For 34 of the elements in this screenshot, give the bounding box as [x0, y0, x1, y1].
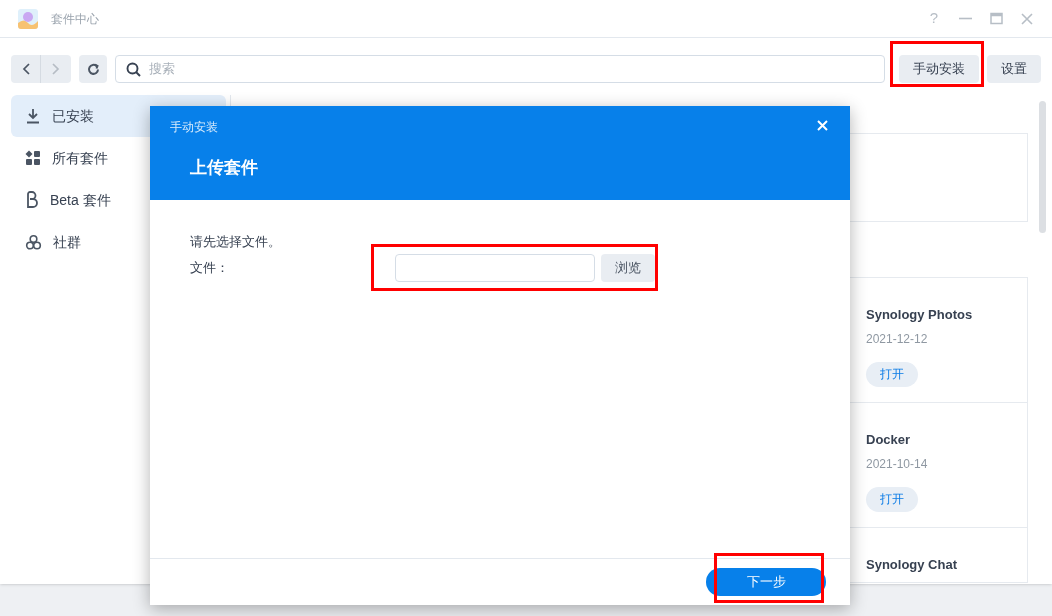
maximize-icon[interactable]	[990, 12, 1003, 25]
package-name: Docker	[866, 431, 911, 449]
sidebar-item[interactable]: Beta 套件	[11, 179, 226, 221]
dialog-title: 手动安装	[170, 119, 218, 136]
grid-icon	[25, 150, 41, 166]
back-button[interactable]	[11, 55, 41, 83]
next-button[interactable]: 下一步	[706, 568, 826, 596]
file-field[interactable]	[395, 253, 595, 282]
people-icon	[25, 233, 42, 251]
browse-button[interactable]: 浏览	[601, 253, 655, 282]
open-button[interactable]: 打开	[866, 361, 918, 387]
package-name: Synology Photos	[866, 306, 973, 324]
package-date: 2021-12-12	[866, 330, 928, 348]
open-button[interactable]: 打开	[866, 486, 918, 512]
dialog-heading: 上传套件	[190, 157, 258, 179]
refresh-icon	[86, 62, 100, 76]
forward-icon	[52, 63, 60, 75]
close-icon[interactable]	[1021, 12, 1033, 25]
back-icon	[21, 63, 30, 75]
search-placeholder: 搜索	[149, 60, 175, 79]
forward-button[interactable]	[41, 55, 71, 83]
instruction-text: 请先选择文件。	[190, 233, 282, 251]
package-name: Synology Chat	[866, 556, 957, 574]
scrollbar[interactable]	[1039, 101, 1046, 233]
download-icon	[25, 108, 41, 124]
search-icon	[126, 61, 141, 77]
toolbar-button[interactable]: 设置	[987, 55, 1041, 83]
toolbar-button[interactable]: 手动安装	[899, 55, 979, 83]
field-label: 文件：	[190, 258, 230, 277]
package-date: 2021-10-14	[866, 455, 928, 473]
app-logo-icon	[17, 7, 39, 30]
refresh-button[interactable]	[79, 55, 107, 83]
window-title: 套件中心	[51, 10, 99, 28]
beta-icon	[25, 191, 39, 209]
